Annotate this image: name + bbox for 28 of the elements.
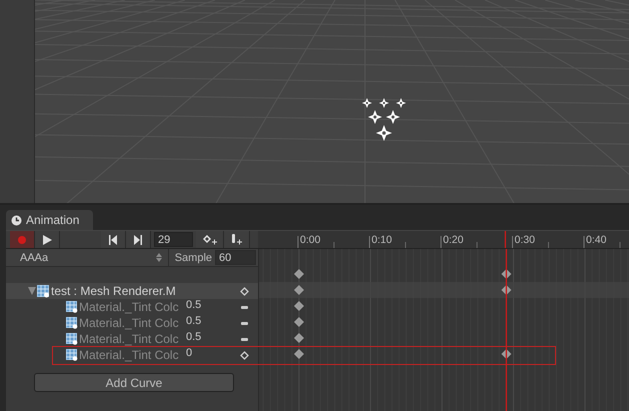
keyframe-toggle-icon[interactable] [240,287,249,296]
material-property-icon [66,333,78,345]
clock-icon [11,214,22,226]
material-property-icon [66,317,78,329]
record-dot-icon [18,236,26,244]
add-key-icon [202,234,216,244]
add-curve-button[interactable]: Add Curve [34,373,234,392]
material-property-icon [66,349,78,361]
keyframe-marker[interactable] [294,285,304,295]
play-icon [42,234,52,244]
skip-back-icon [109,234,117,244]
frame-field[interactable]: 29 [154,232,193,247]
time-label: 0:40 [586,234,606,246]
keyframe-marker[interactable] [294,269,304,279]
time-label: 0:00 [300,234,320,246]
add-event-icon [230,234,242,245]
time-label: 0:20 [443,234,464,246]
time-label: 0:10 [372,234,392,246]
animation-tab[interactable]: Animation [6,210,94,230]
material-property-icon [66,301,78,313]
keyframe-marker[interactable] [501,285,512,295]
time-label: 0:30 [514,234,535,246]
up-down-arrows-icon [156,253,162,262]
sample-field[interactable]: 60 [215,250,256,265]
sample-label: Sample [174,252,213,264]
keyframe-marker[interactable] [501,269,512,279]
skip-forward-icon [134,234,142,244]
mesh-renderer-icon [37,284,50,298]
